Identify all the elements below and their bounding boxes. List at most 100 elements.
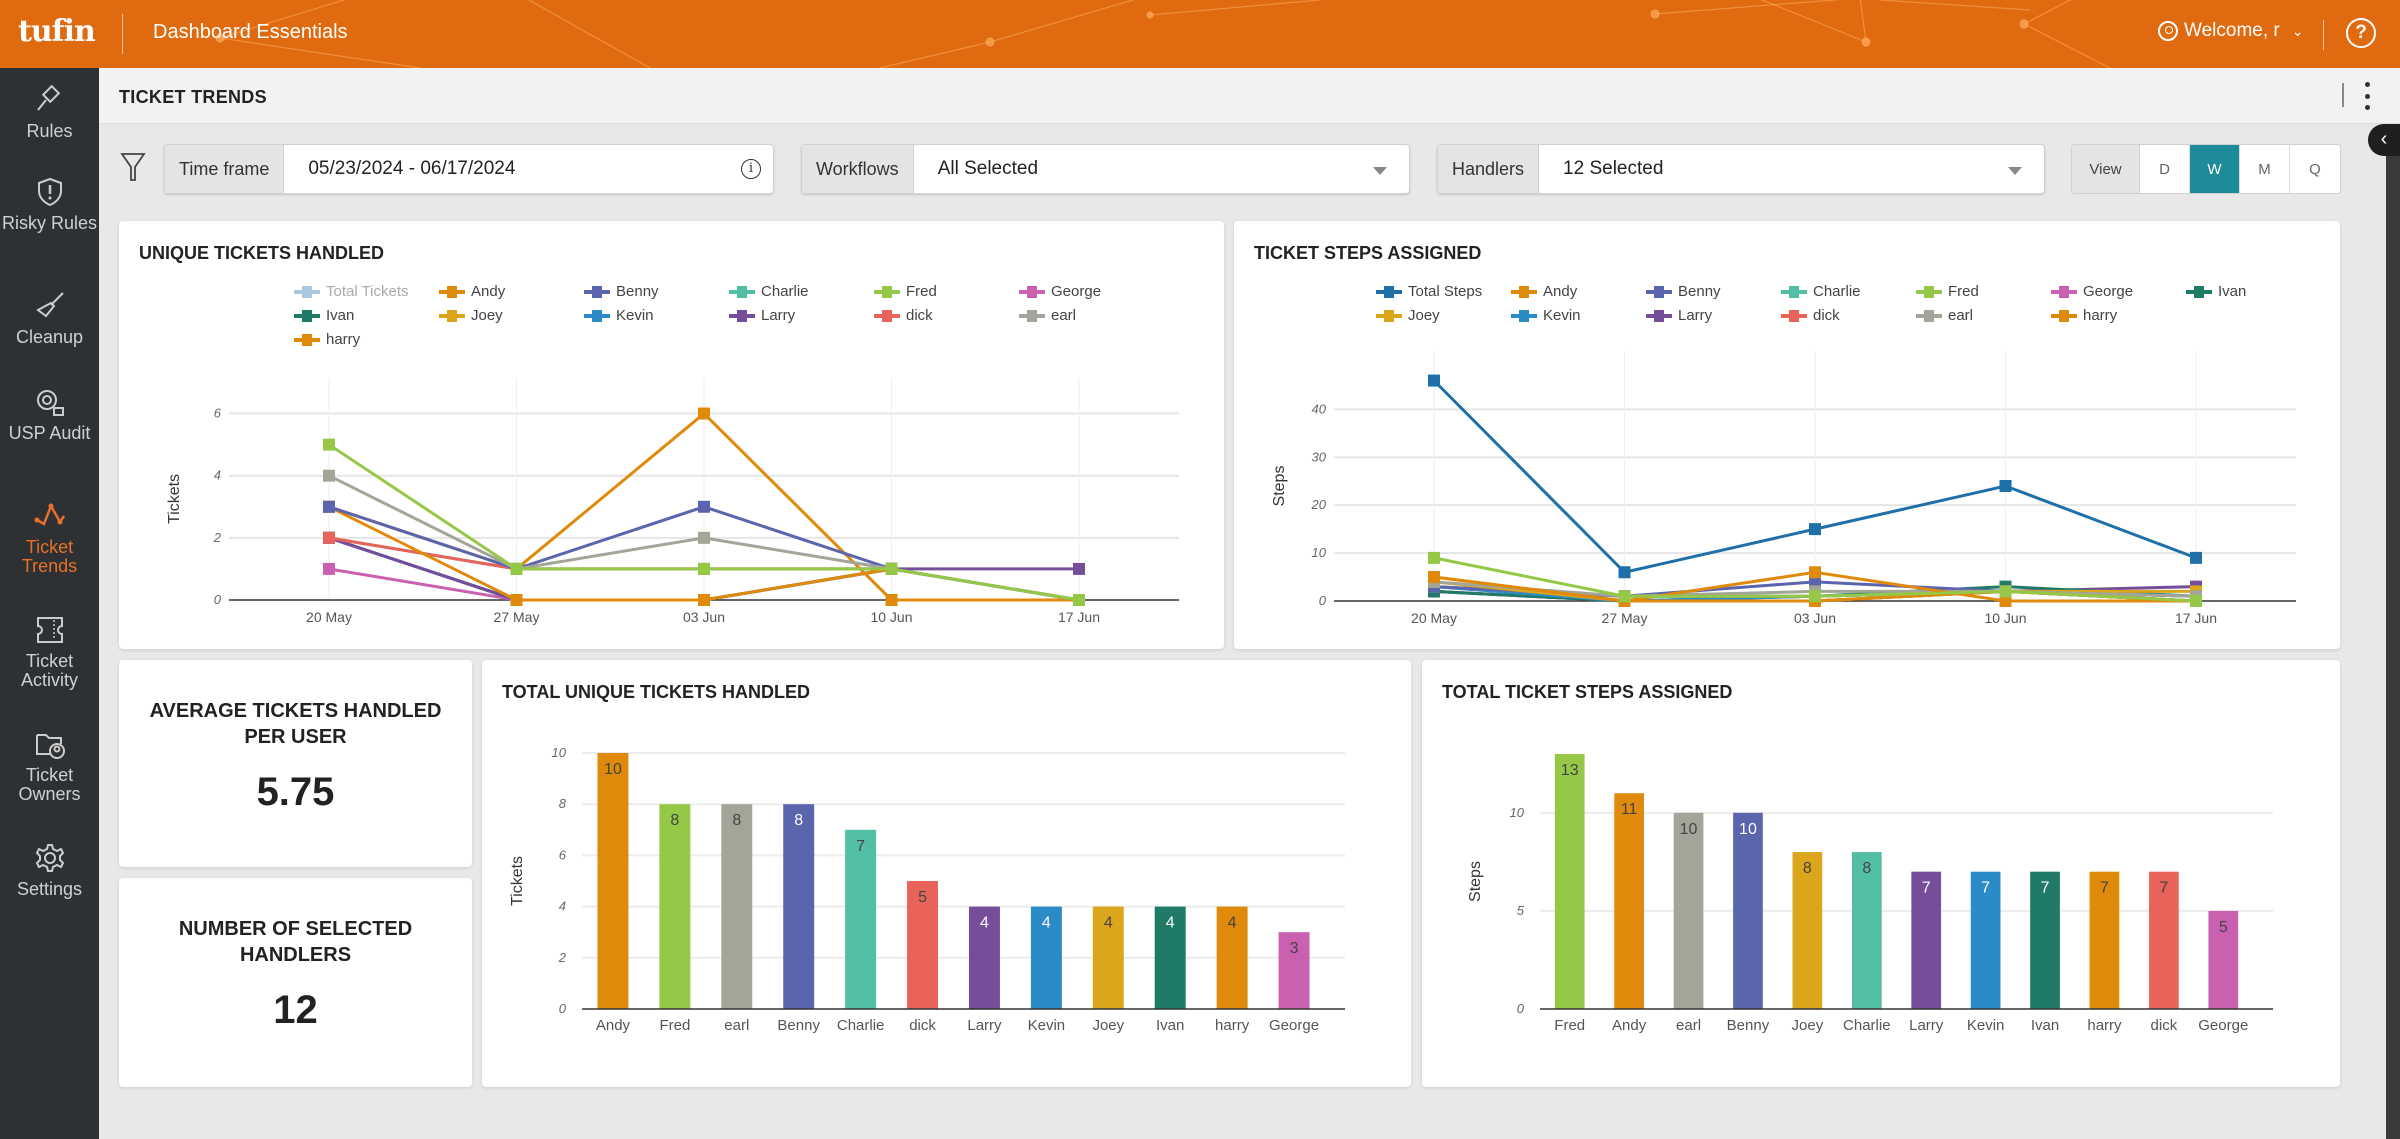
y-tick-label: 4 — [559, 899, 566, 914]
legend-item-benny[interactable]: Benny — [1646, 283, 1721, 300]
legend-swatch — [1019, 285, 1045, 298]
data-point — [1999, 480, 2012, 492]
broom-icon — [35, 292, 64, 318]
legend-item-kevin[interactable]: Kevin — [1511, 307, 1581, 324]
legend-item-joey[interactable]: Joey — [1376, 307, 1440, 324]
data-point — [885, 562, 898, 575]
legend-item-fred[interactable]: Fred — [1916, 283, 1979, 300]
data-point — [2190, 595, 2202, 607]
handlers-value: 12 Selected — [1563, 158, 1664, 179]
legend-item-earl[interactable]: earl — [1916, 307, 1973, 324]
legend-item-larry[interactable]: Larry — [729, 307, 795, 324]
data-point — [323, 500, 335, 513]
series-harry — [323, 500, 1085, 606]
view-week-button[interactable]: W — [2190, 145, 2240, 193]
sidebar-item-cleanup[interactable]: Cleanup — [0, 290, 99, 347]
data-point — [1809, 566, 1821, 579]
legend-swatch — [1511, 285, 1537, 298]
sidebar-item-settings[interactable]: Settings — [0, 842, 99, 899]
legend-item-ivan[interactable]: Ivan — [294, 307, 354, 324]
view-quarter-button[interactable]: Q — [2290, 145, 2340, 193]
handlers-dropdown[interactable]: Handlers 12 Selected — [1437, 144, 2045, 194]
x-tick-label: dick — [909, 1017, 936, 1034]
legend-item-andy[interactable]: Andy — [439, 283, 505, 300]
legend-item-total-tickets[interactable]: Total Tickets — [294, 283, 409, 300]
user-menu[interactable]: Welcome, r ⌄ — [2158, 20, 2303, 42]
timeframe-value[interactable]: 05/23/2024 - 06/17/2024 — [308, 158, 515, 180]
legend-item-dick[interactable]: dick — [874, 307, 933, 324]
workflows-dropdown[interactable]: Workflows All Selected — [801, 144, 1410, 194]
data-label: 10 — [604, 761, 622, 778]
data-point — [323, 531, 335, 544]
sidebar-item-ticket-activity[interactable]: Ticket Activity — [0, 614, 99, 690]
collapse-panel-button[interactable]: ‹ — [2368, 124, 2400, 156]
legend-item-george[interactable]: George — [1019, 283, 1101, 300]
legend-item-george[interactable]: George — [2051, 283, 2133, 300]
y-tick-label: 10 — [1312, 545, 1327, 560]
legend-item-charlie[interactable]: Charlie — [729, 283, 809, 300]
x-tick-label: dick — [2151, 1017, 2178, 1034]
sidebar-item-rules[interactable]: Rules — [0, 84, 99, 141]
y-axis-label: Steps — [1467, 861, 1484, 902]
average-tickets-card: AVERAGE TICKETS HANDLED PER USER 5.75 — [119, 660, 472, 867]
legend-item-ivan[interactable]: Ivan — [2186, 283, 2246, 300]
sidebar-item-label: Cleanup — [15, 327, 84, 347]
x-tick-label: George — [2198, 1017, 2248, 1034]
view-month-button[interactable]: M — [2240, 145, 2290, 193]
data-label: 8 — [1803, 860, 1812, 877]
legend-label: Benny — [1678, 283, 1721, 300]
legend-item-larry[interactable]: Larry — [1646, 307, 1712, 324]
data-point — [1618, 595, 1631, 607]
bar-fred — [659, 804, 691, 1009]
legend-label: Joey — [471, 307, 503, 324]
data-label: 7 — [2159, 880, 2168, 897]
sidebar-item-label: Ticket Activity — [20, 651, 78, 690]
legend-item-earl[interactable]: earl — [1019, 307, 1076, 324]
help-icon[interactable]: ? — [2346, 18, 2376, 48]
legend-item-andy[interactable]: Andy — [1511, 283, 1577, 300]
data-point — [1428, 571, 1440, 584]
sidebar-item-ticket-trends[interactable]: Ticket Trends — [0, 500, 99, 576]
tufin-logo[interactable]: tufin — [18, 14, 96, 49]
data-label: 4 — [1104, 915, 1113, 932]
legend-item-harry[interactable]: harry — [2051, 307, 2117, 324]
legend-item-joey[interactable]: Joey — [439, 307, 503, 324]
timeframe-field[interactable]: Time frame 05/23/2024 - 06/17/2024 i — [164, 144, 774, 194]
data-point — [1073, 594, 1085, 606]
legend-item-benny[interactable]: Benny — [584, 283, 659, 300]
series-line — [1433, 585, 2197, 603]
legend-item-charlie[interactable]: Charlie — [1781, 283, 1861, 300]
data-point — [2190, 595, 2202, 607]
filter-icon[interactable] — [120, 152, 146, 182]
sidebar-item-usp-audit[interactable]: USP Audit — [0, 386, 99, 443]
x-tick-label: 10 Jun — [1984, 610, 2026, 626]
data-point — [1809, 585, 1821, 598]
series-line — [1433, 589, 2197, 603]
info-icon[interactable]: i — [741, 159, 761, 179]
y-tick-label: 20 — [1311, 497, 1327, 512]
sidebar-item-risky-rules[interactable]: Risky Rules — [0, 176, 99, 233]
data-point — [698, 562, 710, 575]
view-toggle: View D W M Q — [2071, 144, 2341, 194]
y-tick-label: 10 — [1510, 805, 1525, 820]
average-tickets-label: AVERAGE TICKETS HANDLED PER USER — [149, 700, 442, 748]
data-label: 4 — [1166, 915, 1175, 932]
bar-andy — [1614, 793, 1644, 1009]
legend-item-kevin[interactable]: Kevin — [584, 307, 654, 324]
view-day-button[interactable]: D — [2140, 145, 2190, 193]
legend-item-harry[interactable]: harry — [294, 331, 360, 348]
y-tick-label: 0 — [1319, 593, 1327, 608]
series-line — [1433, 556, 2197, 603]
y-axis-label: Tickets — [509, 856, 526, 906]
sidebar-item-ticket-owners[interactable]: Ticket Owners — [0, 728, 99, 804]
data-point — [1999, 595, 2012, 607]
legend-item-total-steps[interactable]: Total Steps — [1376, 283, 1482, 300]
data-point — [698, 500, 710, 513]
series-andy — [323, 407, 1085, 606]
series-line — [328, 536, 1080, 602]
legend-item-fred[interactable]: Fred — [874, 283, 937, 300]
legend-swatch — [294, 309, 320, 322]
legend-item-dick[interactable]: dick — [1781, 307, 1840, 324]
data-label: 8 — [1862, 860, 1871, 877]
more-options-icon[interactable] — [2361, 82, 2373, 110]
